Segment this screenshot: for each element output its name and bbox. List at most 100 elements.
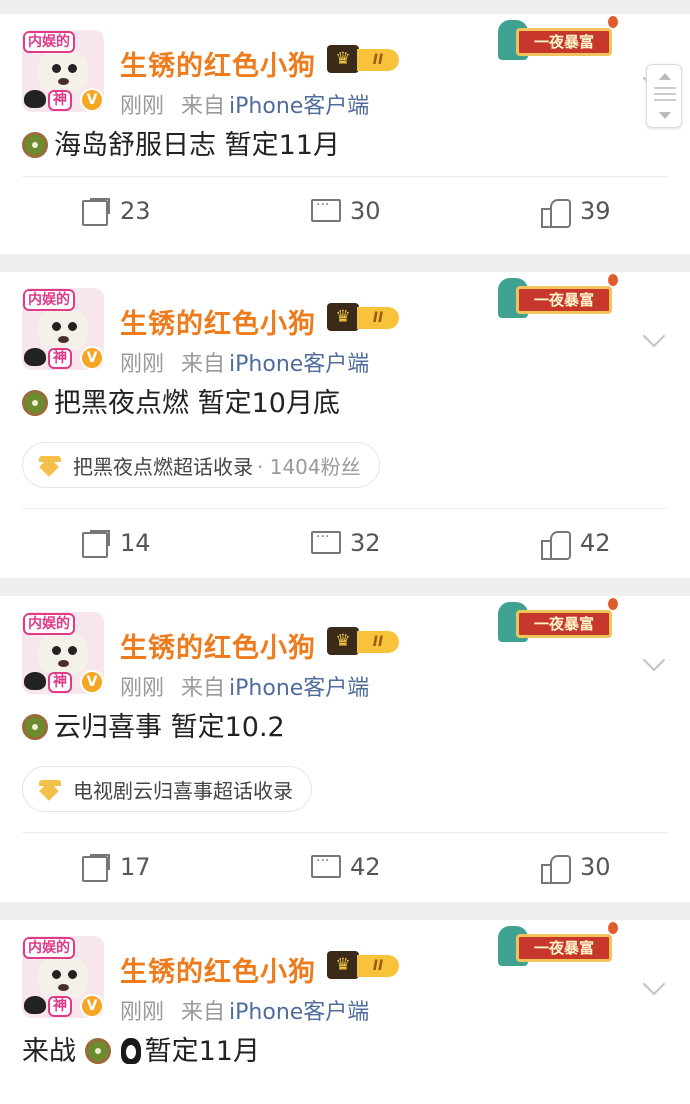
- topic-label: 电视剧云归喜事超话收录: [73, 778, 293, 803]
- level-label: II: [357, 955, 399, 977]
- kiwi-emoji-icon: [84, 1038, 111, 1064]
- verified-icon: V: [80, 88, 104, 112]
- post-source[interactable]: iPhone客户端: [229, 1000, 369, 1025]
- post-card[interactable]: 内娱的 神 V 生锈的红色小狗 ♛ II 刚刚 来自 iPhone客户端 一夜暴富…: [0, 272, 690, 578]
- fortune-badge-label: 一夜暴富: [516, 28, 612, 56]
- lantern-icon: [608, 16, 618, 28]
- chevron-down-icon[interactable]: [640, 654, 668, 674]
- post-text-after: 暂定11月: [144, 1036, 260, 1067]
- share-button[interactable]: 23: [80, 195, 151, 227]
- chevron-down-icon[interactable]: [640, 978, 668, 998]
- post-meta: 刚刚 来自 iPhone客户端: [120, 88, 379, 120]
- comment-button[interactable]: 42: [310, 851, 381, 883]
- cat-icon: [24, 996, 46, 1014]
- super-topic-chip[interactable]: 把黑夜点燃超话收录 · 1404粉丝: [22, 442, 380, 488]
- super-topic-chip[interactable]: 电视剧云归喜事超话收录: [22, 766, 312, 812]
- lantern-icon: [608, 274, 618, 286]
- avatar-tag: 内娱的: [23, 31, 75, 53]
- avatar-tag-bottom: 神: [48, 348, 72, 369]
- fortune-badge-label: 一夜暴富: [516, 610, 612, 638]
- avatar-tag: 内娱的: [23, 289, 75, 311]
- author-name[interactable]: 生锈的红色小狗: [120, 950, 316, 989]
- fortune-badge[interactable]: 一夜暴富: [498, 922, 618, 970]
- fortune-badge-label: 一夜暴富: [516, 934, 612, 962]
- like-button[interactable]: 39: [540, 195, 611, 228]
- like-button[interactable]: 42: [540, 527, 611, 560]
- post-meta: 刚刚 来自 iPhone客户端: [120, 670, 379, 702]
- like-count: 30: [580, 853, 611, 881]
- post-card[interactable]: 内娱的 神 V 生锈的红色小狗 ♛ II 刚刚 来自 iPhone客户端 一夜暴富…: [0, 920, 690, 1104]
- cat-icon: [24, 672, 46, 690]
- avatar-eye: [52, 646, 61, 655]
- cat-icon: [24, 90, 46, 108]
- action-bar: 17 42 30: [22, 832, 668, 900]
- avatar-tag: 内娱的: [23, 613, 75, 635]
- level-label: II: [357, 307, 399, 329]
- scroll-handle-icon[interactable]: [654, 87, 676, 101]
- level-label: II: [357, 49, 399, 71]
- post-text-before: 来战: [22, 1036, 76, 1067]
- avatar[interactable]: 内娱的 神 V: [22, 936, 104, 1018]
- comment-count: 30: [350, 197, 381, 225]
- post-source[interactable]: iPhone客户端: [229, 676, 369, 701]
- comment-icon: [310, 529, 341, 557]
- topic-fans: · 1404粉丝: [257, 454, 361, 479]
- share-icon: [80, 853, 110, 882]
- topic-label: 把黑夜点燃超话收录: [73, 454, 253, 479]
- diamond-icon: [37, 780, 63, 798]
- avatar-eye: [68, 970, 77, 979]
- scroll-control[interactable]: [646, 64, 682, 128]
- scroll-down-icon[interactable]: [659, 112, 671, 119]
- avatar[interactable]: 内娱的 神 V: [22, 30, 104, 112]
- lantern-icon: [608, 598, 618, 610]
- post-text: 海岛舒服日志 暂定11月: [54, 130, 340, 161]
- post-content: 海岛舒服日志 暂定11月: [22, 122, 668, 176]
- post-time: 刚刚: [120, 676, 165, 701]
- avatar-nose: [58, 660, 69, 667]
- fortune-badge[interactable]: 一夜暴富: [498, 16, 618, 64]
- avatar[interactable]: 内娱的 神 V: [22, 288, 104, 370]
- post-text: 把黑夜点燃 暂定10月底: [54, 388, 340, 419]
- comment-icon: [310, 197, 341, 225]
- avatar-nose: [58, 336, 69, 343]
- author-name[interactable]: 生锈的红色小狗: [120, 44, 316, 83]
- from-label: 来自: [181, 352, 226, 377]
- like-count: 42: [580, 529, 611, 557]
- avatar-eye: [68, 646, 77, 655]
- thumbs-up-icon: [540, 853, 571, 884]
- fortune-badge[interactable]: 一夜暴富: [498, 274, 618, 322]
- post-meta: 刚刚 来自 iPhone客户端: [120, 994, 379, 1026]
- action-bar: 14 32 42: [22, 508, 668, 576]
- crown-icon: ♛: [327, 45, 359, 73]
- share-button[interactable]: 14: [80, 527, 151, 559]
- author-name[interactable]: 生锈的红色小狗: [120, 626, 316, 665]
- like-button[interactable]: 30: [540, 851, 611, 884]
- post-card[interactable]: 内娱的 神 V 生锈的红色小狗 ♛ II 刚刚 来自 iPhone客户端 一夜暴富…: [0, 14, 690, 254]
- post-header: 内娱的 神 V 生锈的红色小狗 ♛ II 刚刚 来自 iPhone客户端 一夜暴富: [22, 272, 668, 380]
- author-name[interactable]: 生锈的红色小狗: [120, 302, 316, 341]
- kiwi-emoji-icon: [22, 132, 48, 158]
- avatar[interactable]: 内娱的 神 V: [22, 612, 104, 694]
- crown-icon: ♛: [327, 627, 359, 655]
- post-source[interactable]: iPhone客户端: [229, 352, 369, 377]
- avatar-tag-bottom: 神: [48, 672, 72, 693]
- fortune-badge[interactable]: 一夜暴富: [498, 598, 618, 646]
- action-bar: 23 30 39: [22, 176, 668, 244]
- scroll-up-icon[interactable]: [659, 73, 671, 80]
- avatar-eye: [52, 970, 61, 979]
- kiwi-emoji-icon: [22, 390, 48, 416]
- avatar-tag: 内娱的: [23, 937, 75, 959]
- comment-button[interactable]: 32: [310, 527, 381, 559]
- comment-icon: [310, 853, 341, 881]
- post-source[interactable]: iPhone客户端: [229, 94, 369, 119]
- post-header: 内娱的 神 V 生锈的红色小狗 ♛ II 刚刚 来自 iPhone客户端 一夜暴富: [22, 596, 668, 704]
- avatar-tag-bottom: 神: [48, 90, 72, 111]
- from-label: 来自: [181, 94, 226, 119]
- comment-count: 42: [350, 853, 381, 881]
- share-button[interactable]: 17: [80, 851, 151, 883]
- post-card[interactable]: 内娱的 神 V 生锈的红色小狗 ♛ II 刚刚 来自 iPhone客户端 一夜暴富…: [0, 596, 690, 902]
- chevron-down-icon[interactable]: [640, 330, 668, 350]
- comment-button[interactable]: 30: [310, 195, 381, 227]
- post-text: 云归喜事 暂定10.2: [54, 712, 285, 743]
- thumbs-up-icon: [540, 197, 571, 228]
